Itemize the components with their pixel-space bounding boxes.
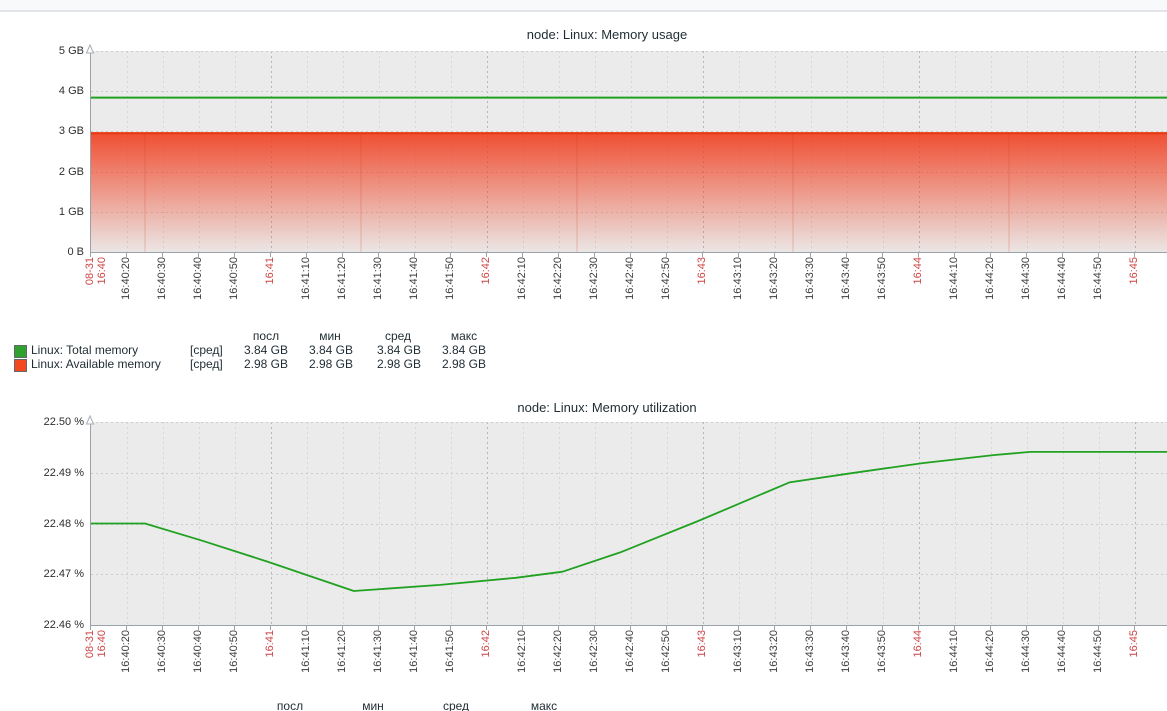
x-tick-label: 16:44 xyxy=(912,257,924,327)
legend-swatch xyxy=(14,359,27,372)
legend-header-макс: макс xyxy=(424,330,504,343)
x-tick-label: 16:40:50 xyxy=(228,257,240,327)
x-tick-label: 16:43:40 xyxy=(840,257,852,327)
x-tick-label: 16:42:10 xyxy=(516,630,528,700)
x-tick-label: 16:40:30 xyxy=(156,257,168,327)
x-tick-label: 16:41 xyxy=(264,630,276,700)
x-tick-label: 16:44:50 xyxy=(1092,257,1104,327)
x-tick-label: 16:42:20 xyxy=(552,257,564,327)
legend-series-label: Linux: Available memory xyxy=(31,358,161,371)
y-tick-label: 3 GB xyxy=(20,125,84,137)
x-tick-label: 16:44:50 xyxy=(1092,630,1104,700)
x-tick-label: 16:40:40 xyxy=(192,630,204,700)
legend-header-мин: мин xyxy=(333,700,413,711)
x-tick-label: 16:42:30 xyxy=(588,630,600,700)
x-tick-label: 16:42 xyxy=(480,630,492,700)
x-tick-label: 16:44:30 xyxy=(1020,257,1032,327)
y-tick-label: 22.46 % xyxy=(20,619,84,631)
x-tick-label: 16:41:40 xyxy=(408,257,420,327)
x-tick-label: 16:44:20 xyxy=(984,630,996,700)
y-tick-label: 22.50 % xyxy=(20,416,84,428)
x-tick-label: 08-31 16:40 xyxy=(84,630,108,700)
y-tick-label: 22.49 % xyxy=(20,467,84,479)
x-tick-label: 16:43:10 xyxy=(732,630,744,700)
y-tick-label: 4 GB xyxy=(20,85,84,97)
x-tick-label: 16:42:10 xyxy=(516,257,528,327)
x-tick-label: 08-31 16:40 xyxy=(84,257,108,327)
x-tick-label: 16:41 xyxy=(264,257,276,327)
zabbix-graphs-page: node: Linux: Memory usage node: Linux: M… xyxy=(0,0,1167,711)
x-tick-label: 16:43:10 xyxy=(732,257,744,327)
y-axis-arrow-icon xyxy=(85,412,95,430)
x-tick-label: 16:41:40 xyxy=(408,630,420,700)
memory-utilization-chart-title: node: Linux: Memory utilization xyxy=(90,400,1124,415)
legend-value: 3.84 GB xyxy=(400,344,486,357)
x-tick-label: 16:42:40 xyxy=(624,257,636,327)
x-tick-label: 16:43:50 xyxy=(876,257,888,327)
y-tick-label: 22.48 % xyxy=(20,518,84,530)
x-tick-label: 16:42:20 xyxy=(552,630,564,700)
x-tick-label: 16:41:50 xyxy=(444,630,456,700)
y-tick-label: 22.47 % xyxy=(20,568,84,580)
y-axis-arrow-icon xyxy=(85,41,95,59)
x-tick-label: 16:44 xyxy=(912,630,924,700)
x-tick-label: 16:40:30 xyxy=(156,630,168,700)
x-tick-label: 16:40:50 xyxy=(228,630,240,700)
memory-usage-plot-area[interactable] xyxy=(90,51,1167,253)
legend-swatch xyxy=(14,345,27,358)
x-tick-label: 16:41:30 xyxy=(372,630,384,700)
x-tick-label: 16:42:40 xyxy=(624,630,636,700)
memory-utilization-plot-area[interactable] xyxy=(90,422,1167,626)
memory-usage-chart-title: node: Linux: Memory usage xyxy=(90,27,1124,42)
x-tick-label: 16:43:20 xyxy=(768,257,780,327)
x-tick-label: 16:44:40 xyxy=(1056,257,1068,327)
x-tick-label: 16:42:50 xyxy=(660,630,672,700)
x-tick-label: 16:40:20 xyxy=(120,630,132,700)
x-tick-label: 16:41:10 xyxy=(300,630,312,700)
x-tick-label: 16:44:20 xyxy=(984,257,996,327)
x-tick-label: 16:41:10 xyxy=(300,257,312,327)
x-tick-label: 16:41:20 xyxy=(336,257,348,327)
x-tick-label: 16:43:30 xyxy=(804,630,816,700)
x-tick-label: 16:44:10 xyxy=(948,630,960,700)
legend-header-сред: сред xyxy=(416,700,496,711)
memory-utilization-line xyxy=(91,452,1167,591)
x-tick-label: 16:44:30 xyxy=(1020,630,1032,700)
y-tick-label: 5 GB xyxy=(20,45,84,57)
x-tick-label: 16:41:20 xyxy=(336,630,348,700)
x-tick-label: 16:43:20 xyxy=(768,630,780,700)
y-tick-label: 2 GB xyxy=(20,166,84,178)
legend-header-макс: макс xyxy=(504,700,584,711)
x-tick-label: 16:44:40 xyxy=(1056,630,1068,700)
x-tick-label: 16:41:30 xyxy=(372,257,384,327)
x-tick-label: 16:42 xyxy=(480,257,492,327)
grid-and-series-svg xyxy=(91,422,1167,625)
x-tick-label: 16:43 xyxy=(696,630,708,700)
x-tick-label: 16:42:50 xyxy=(660,257,672,327)
x-tick-label: 16:45 xyxy=(1128,630,1140,700)
x-tick-label: 16:43:40 xyxy=(840,630,852,700)
grid-and-series-svg xyxy=(91,51,1167,252)
available-memory-area xyxy=(91,132,1167,252)
y-tick-label: 0 B xyxy=(20,246,84,258)
x-tick-label: 16:45 xyxy=(1128,257,1140,327)
x-tick-label: 16:42:30 xyxy=(588,257,600,327)
legend-series-label: Linux: Total memory xyxy=(31,344,138,357)
top-bar xyxy=(0,0,1167,12)
x-tick-label: 16:44:10 xyxy=(948,257,960,327)
x-tick-label: 16:43:30 xyxy=(804,257,816,327)
x-tick-label: 16:40:20 xyxy=(120,257,132,327)
legend-header-посл: посл xyxy=(250,700,330,711)
legend-value: 2.98 GB xyxy=(400,358,486,371)
x-tick-label: 16:43 xyxy=(696,257,708,327)
x-tick-label: 16:40:40 xyxy=(192,257,204,327)
y-tick-label: 1 GB xyxy=(20,206,84,218)
x-tick-label: 16:41:50 xyxy=(444,257,456,327)
x-tick-label: 16:43:50 xyxy=(876,630,888,700)
